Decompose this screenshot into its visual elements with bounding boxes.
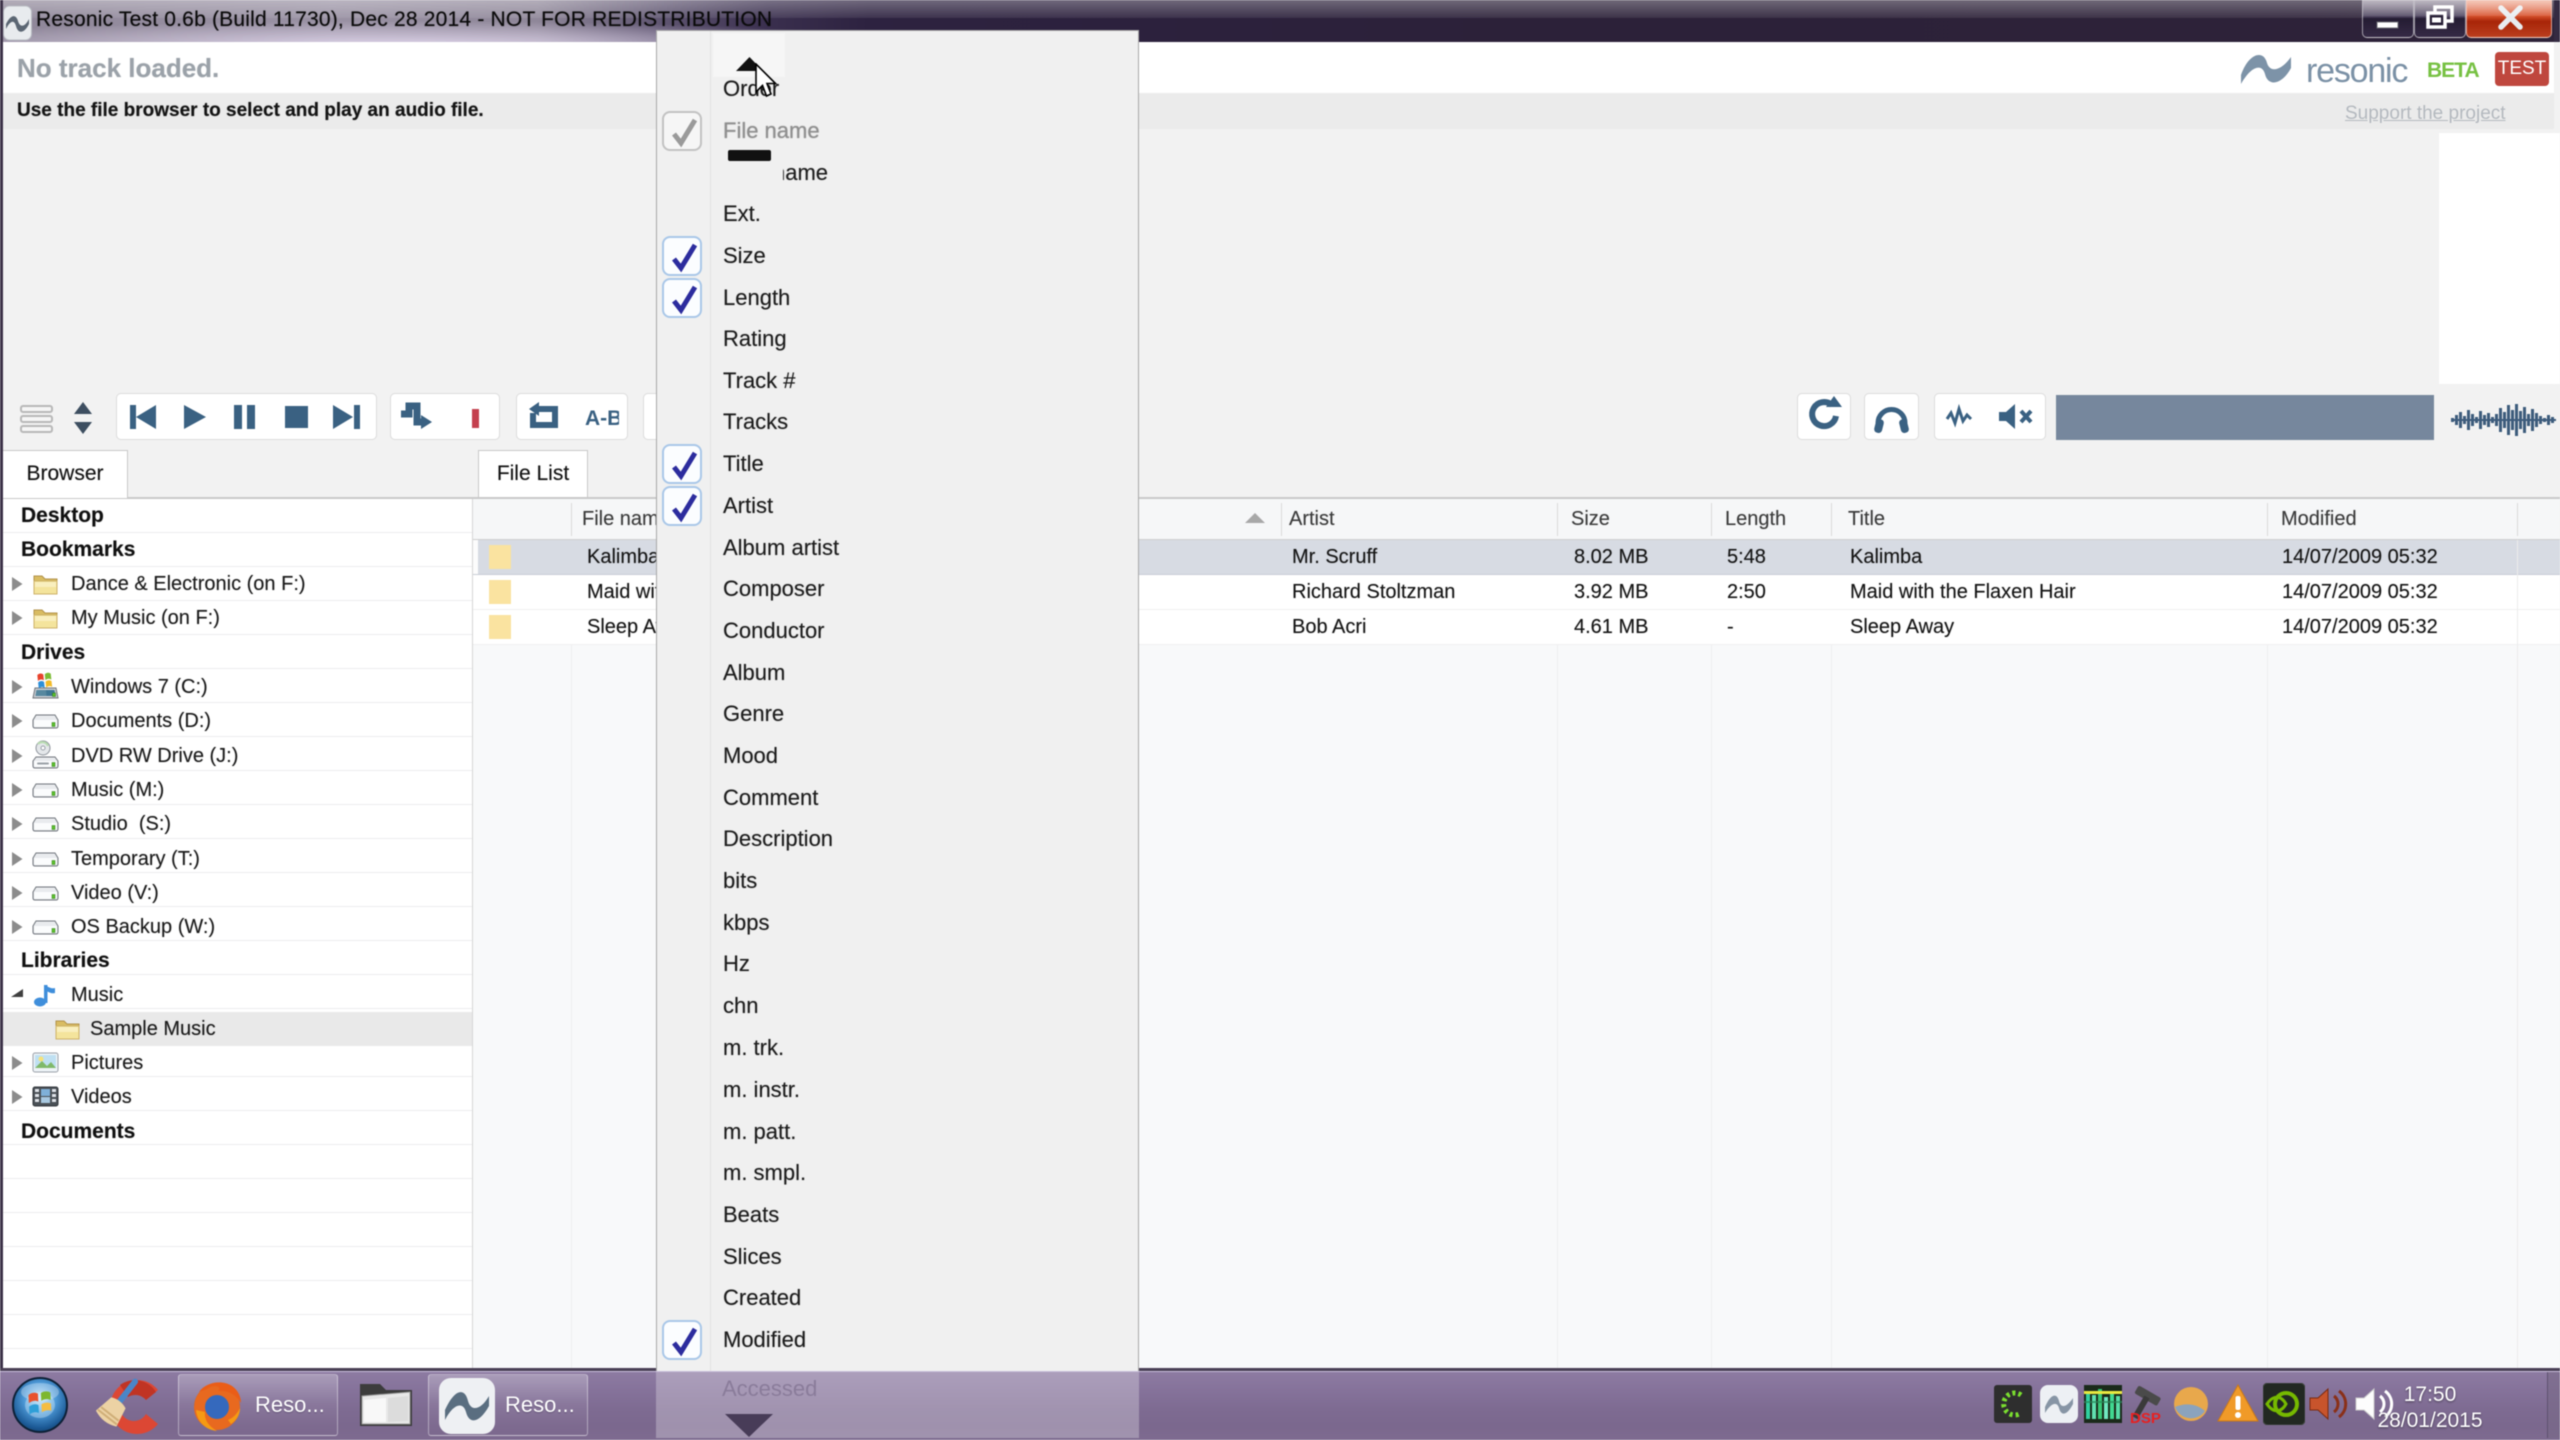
svg-text:A-B: A-B [585, 407, 619, 430]
svg-text:DSP: DSP [2130, 1410, 2161, 1425]
